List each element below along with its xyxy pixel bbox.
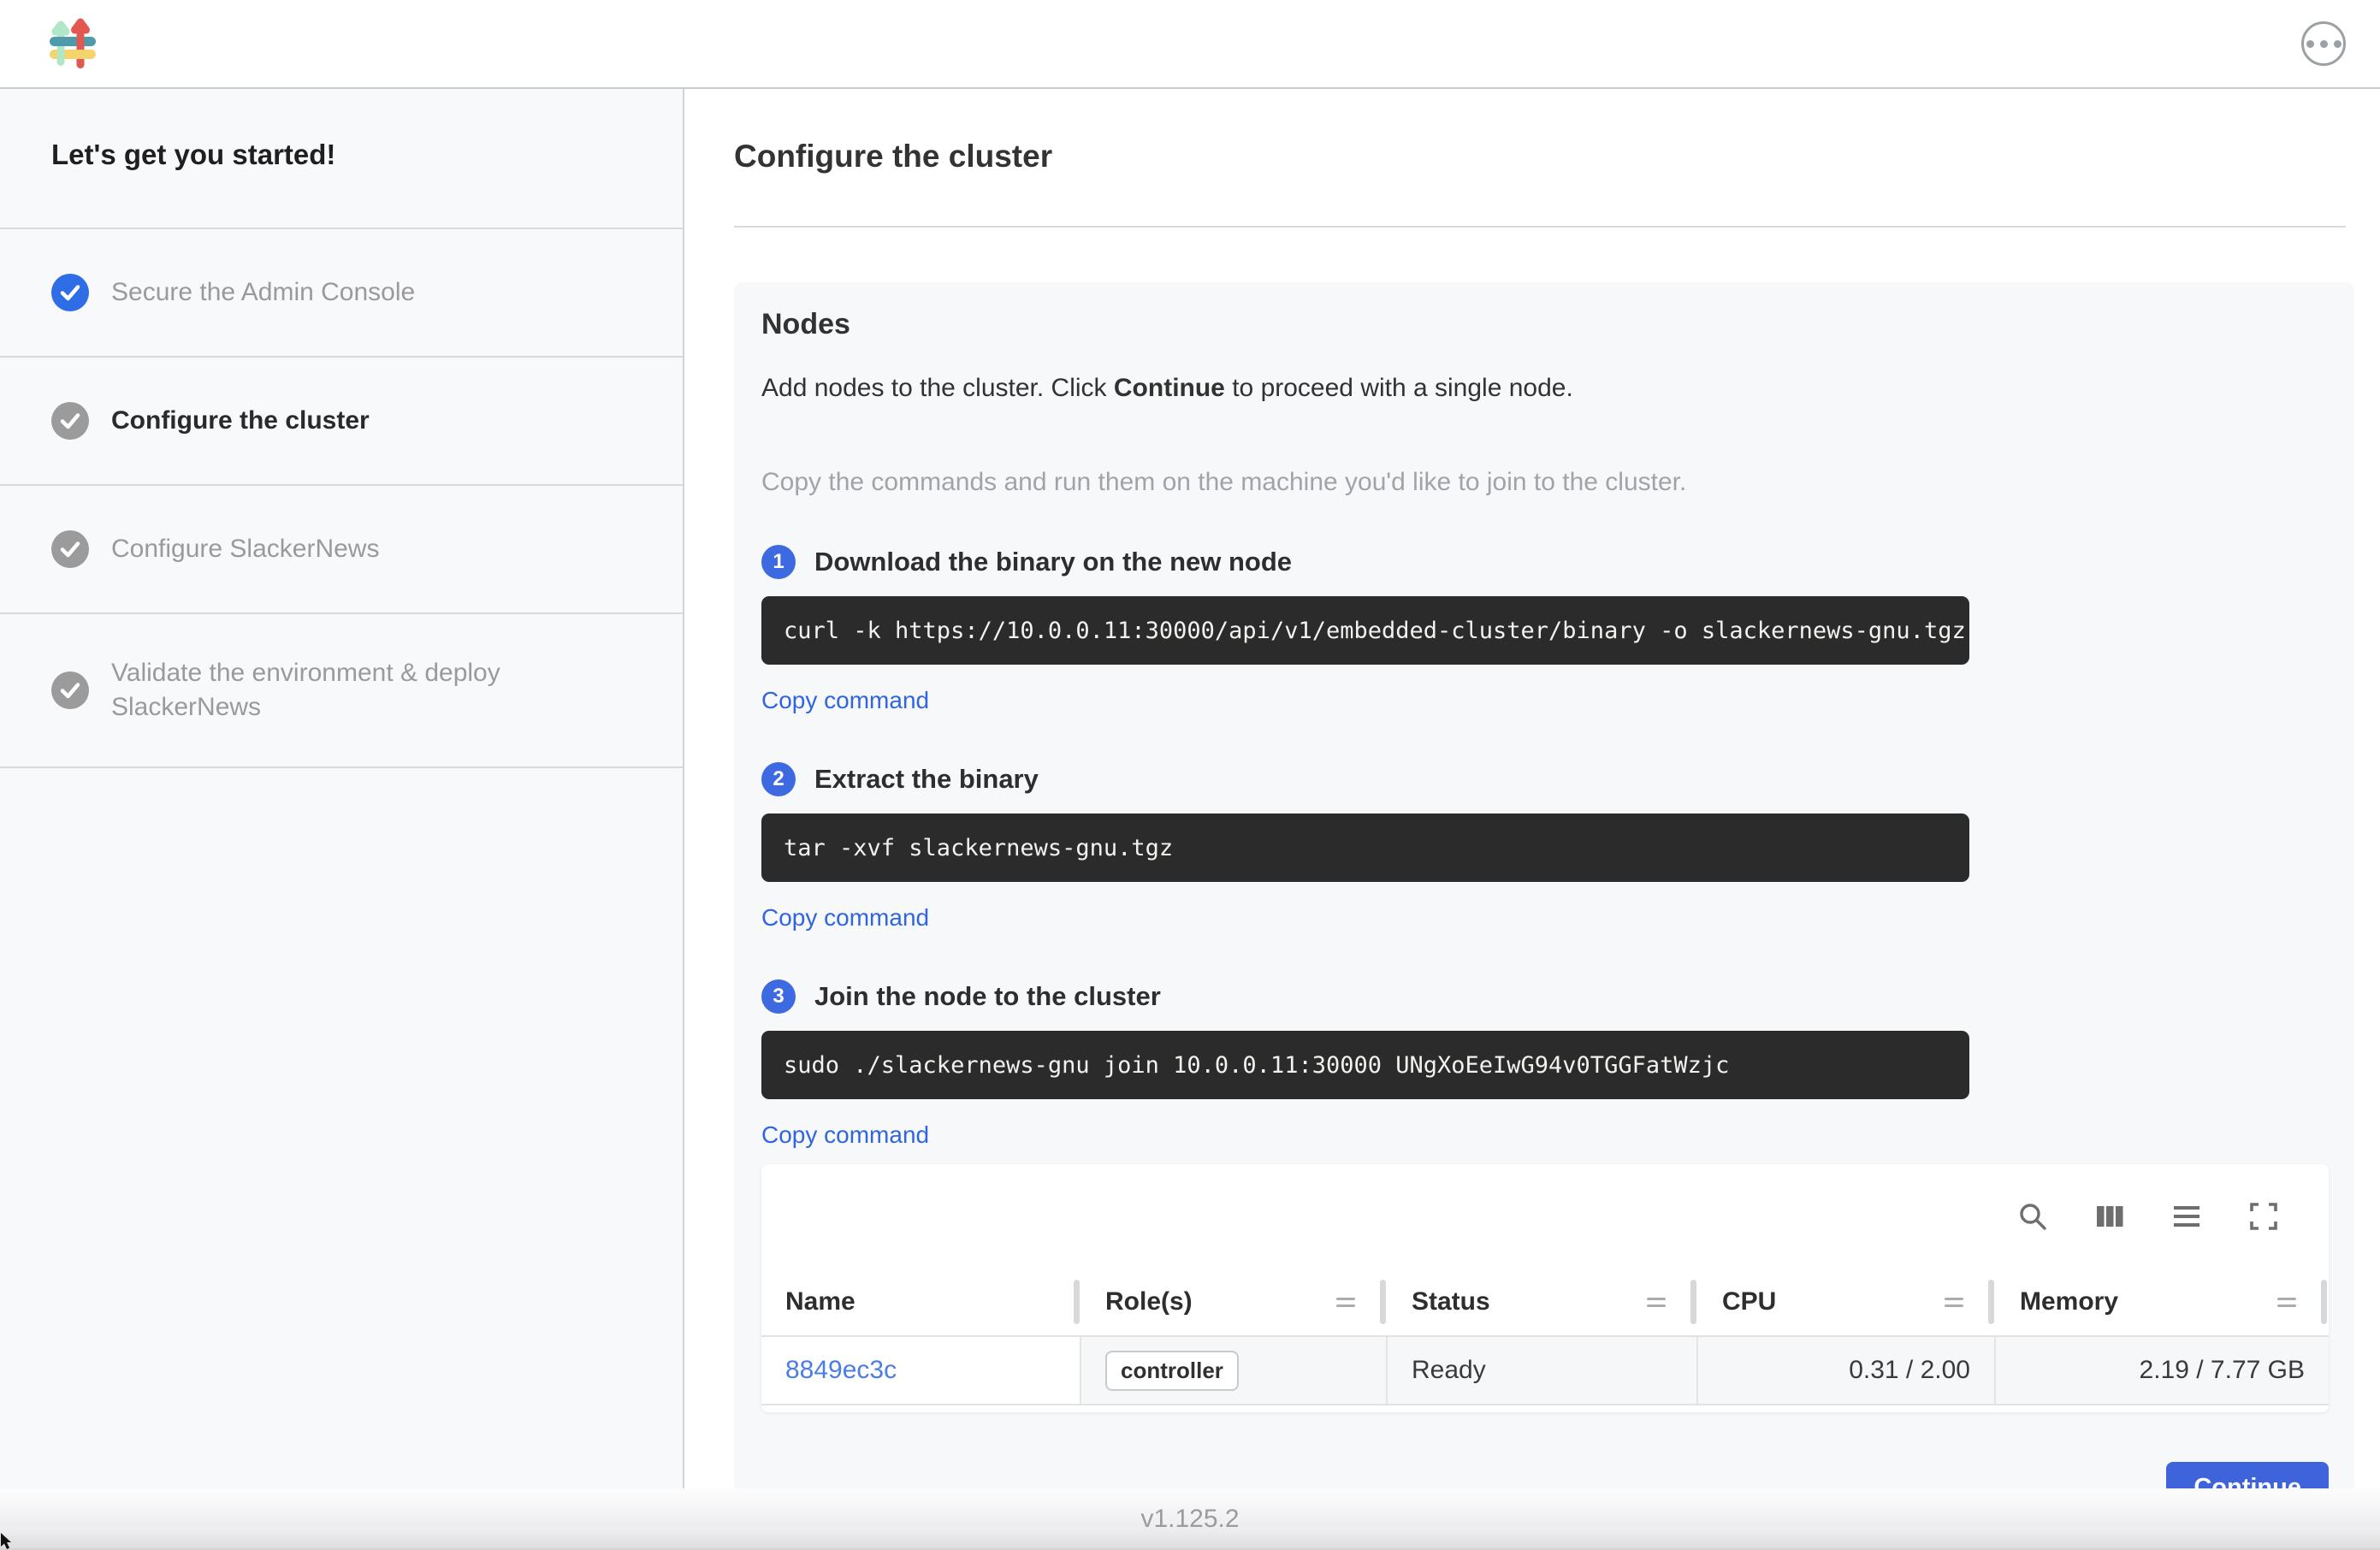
column-separator[interactable] — [2321, 1280, 2327, 1324]
app-footer: v1.125.2 — [0, 1488, 2380, 1550]
table-row: 8849ec3c controller Ready 0.31 / 2.00 2.… — [761, 1337, 2329, 1405]
sidebar-item-configure-cluster[interactable]: Configure the cluster — [0, 358, 683, 486]
slackernews-logo — [48, 16, 98, 71]
copy-command-link[interactable]: Copy command — [761, 1121, 929, 1149]
column-label: Role(s) — [1105, 1287, 1193, 1316]
check-circle-pending-icon — [51, 402, 89, 440]
intro-continue-word: Continue — [1114, 374, 1225, 402]
command-text: tar -xvf slackernews-gnu.tgz — [784, 835, 1173, 861]
copy-hint: Copy the commands and run them on the ma… — [761, 468, 2329, 497]
column-separator[interactable] — [1074, 1280, 1080, 1324]
node-status-cell: Ready — [1388, 1337, 1698, 1404]
command-box-join[interactable]: sudo ./slackernews-gnu join 10.0.0.11:30… — [761, 1031, 1969, 1099]
column-header-roles[interactable]: Role(s) — [1081, 1269, 1388, 1335]
sidebar-title: Let's get you started! — [0, 89, 683, 171]
node-memory-cell: 2.19 / 7.77 GB — [1996, 1337, 2329, 1404]
command-box-download[interactable]: curl -k https://10.0.0.11:30000/api/v1/e… — [761, 596, 1969, 665]
nodes-table: Name Role(s) Status CPU — [761, 1164, 2329, 1412]
mouse-cursor — [0, 1533, 14, 1550]
sidebar-item-label: Configure the cluster — [111, 404, 370, 438]
sidebar-item-configure-slackernews[interactable]: Configure SlackerNews — [0, 486, 683, 614]
column-menu-icon[interactable] — [1945, 1298, 1963, 1307]
node-name-cell: 8849ec3c — [761, 1337, 1081, 1404]
copy-command-link[interactable]: Copy command — [761, 904, 929, 932]
header-menu-button[interactable] — [2301, 21, 2346, 66]
sidebar-item-secure-admin-console[interactable]: Secure the Admin Console — [0, 229, 683, 358]
command-box-extract[interactable]: tar -xvf slackernews-gnu.tgz — [761, 813, 1969, 882]
table-toolbar — [761, 1164, 2329, 1269]
search-icon[interactable] — [2016, 1199, 2050, 1233]
step-number-badge: 2 — [761, 762, 796, 796]
intro-prefix: Add nodes to the cluster. Click — [761, 374, 1114, 402]
column-label: CPU — [1722, 1287, 1776, 1316]
nodes-heading: Nodes — [761, 308, 2329, 341]
intro-suffix: to proceed with a single node. — [1225, 374, 1573, 402]
nodes-card: Nodes Add nodes to the cluster. Click Co… — [734, 282, 2354, 1541]
column-header-status[interactable]: Status — [1388, 1269, 1698, 1335]
table-header-row: Name Role(s) Status CPU — [761, 1269, 2329, 1337]
top-header — [0, 0, 2380, 89]
nodes-intro: Add nodes to the cluster. Click Continue… — [761, 374, 2329, 403]
ellipsis-dot — [2334, 40, 2342, 48]
step-download-binary: 1 Download the binary on the new node cu… — [761, 545, 2329, 714]
column-separator[interactable] — [1690, 1280, 1696, 1324]
column-label: Memory — [2020, 1287, 2118, 1316]
check-circle-pending-icon — [51, 530, 89, 568]
column-menu-icon[interactable] — [1336, 1298, 1355, 1307]
setup-sidebar: Let's get you started! Secure the Admin … — [0, 89, 684, 1488]
step-extract-binary: 2 Extract the binary tar -xvf slackernew… — [761, 762, 2329, 932]
column-separator[interactable] — [1380, 1280, 1386, 1324]
version-label: v1.125.2 — [1140, 1505, 1239, 1534]
command-text: curl -k https://10.0.0.11:30000/api/v1/e… — [784, 618, 1966, 644]
column-header-memory[interactable]: Memory — [1996, 1269, 2329, 1335]
ellipsis-dot — [2320, 40, 2328, 48]
column-header-cpu[interactable]: CPU — [1698, 1269, 1996, 1335]
node-name-link[interactable]: 8849ec3c — [785, 1356, 897, 1385]
column-separator[interactable] — [1988, 1280, 1994, 1324]
node-roles-cell: controller — [1081, 1337, 1388, 1404]
column-label: Name — [785, 1287, 855, 1316]
node-cpu-cell: 0.31 / 2.00 — [1698, 1337, 1996, 1404]
step-number-badge: 1 — [761, 545, 796, 579]
copy-command-link[interactable]: Copy command — [761, 687, 929, 714]
fullscreen-icon[interactable] — [2247, 1199, 2281, 1233]
column-menu-icon[interactable] — [2277, 1298, 2296, 1307]
role-chip: controller — [1105, 1351, 1239, 1391]
step-number-badge: 3 — [761, 979, 796, 1014]
column-header-name[interactable]: Name — [761, 1269, 1081, 1335]
columns-icon[interactable] — [2093, 1199, 2127, 1233]
step-title: Download the binary on the new node — [814, 547, 1292, 577]
density-icon[interactable] — [2170, 1199, 2204, 1233]
check-circle-pending-icon — [51, 671, 89, 709]
sidebar-item-validate-deploy[interactable]: Validate the environment & deploy Slacke… — [0, 614, 683, 768]
column-label: Status — [1412, 1287, 1490, 1316]
sidebar-item-label: Validate the environment & deploy Slacke… — [111, 656, 625, 725]
title-divider — [734, 226, 2346, 228]
sidebar-item-label: Configure SlackerNews — [111, 532, 379, 566]
step-join-node: 3 Join the node to the cluster sudo ./sl… — [761, 979, 2329, 1149]
check-circle-complete-icon — [51, 274, 89, 311]
column-menu-icon[interactable] — [1647, 1298, 1666, 1307]
step-title: Join the node to the cluster — [814, 981, 1161, 1012]
main-content: Configure the cluster Nodes Add nodes to… — [684, 89, 2380, 1488]
sidebar-item-label: Secure the Admin Console — [111, 275, 415, 310]
ellipsis-dot — [2306, 40, 2314, 48]
page-title: Configure the cluster — [734, 139, 2354, 175]
command-text: sudo ./slackernews-gnu join 10.0.0.11:30… — [784, 1052, 1729, 1079]
step-title: Extract the binary — [814, 764, 1039, 795]
